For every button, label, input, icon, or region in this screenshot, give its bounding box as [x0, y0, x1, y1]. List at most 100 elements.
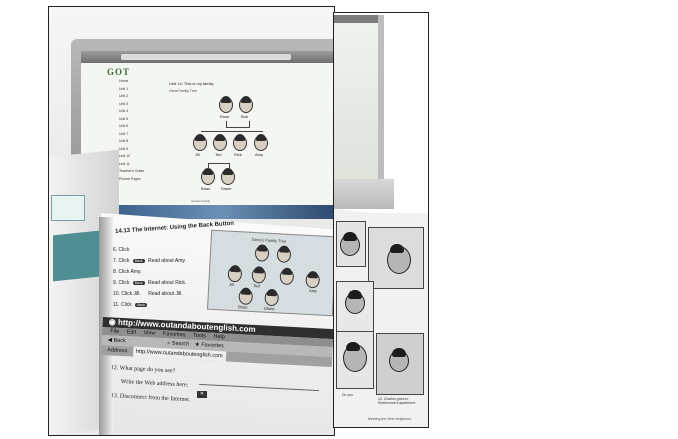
tree-label: Jill [229, 281, 235, 288]
site-logo: GOT [107, 67, 131, 77]
tree-amy-face [305, 271, 321, 289]
person-ted-photo[interactable] [213, 134, 227, 151]
side-laptop-base [334, 179, 394, 209]
tree-label: Amy [309, 287, 318, 294]
person-rose-photo[interactable] [219, 96, 233, 113]
menu-item[interactable]: Unit 4 [119, 109, 149, 117]
print-address-value: http://www.outandaboutenglish.com [135, 348, 223, 360]
tree-brian-face [238, 288, 254, 306]
side-footer: Meeting the New Neighbors [368, 417, 412, 421]
person-label: Bob [241, 114, 249, 119]
side-laptop-screen [334, 15, 384, 179]
print-menu-item: Tools [192, 332, 207, 340]
book-left-page-teal-band [53, 230, 99, 282]
step-text: 7. Click [113, 258, 130, 264]
menu-item[interactable]: Unit 11 [119, 162, 149, 170]
tree-rose-face [254, 245, 270, 262]
character-face [389, 348, 409, 372]
step-item: 11. Click Back [113, 302, 213, 313]
character-face [387, 244, 411, 274]
step-text: 6. Click [113, 247, 130, 253]
unit-title: Unit 14: This is my family. [169, 81, 215, 86]
screen-footer: Gena's Family [191, 199, 211, 203]
step-item: 9. Click Back Read about Rick. [113, 280, 213, 291]
step-list: 6. Click 7. Click Back Read about Amy. 8… [113, 247, 213, 313]
tree-line [226, 121, 250, 128]
menu-item[interactable]: Unit 1 [119, 87, 149, 95]
step-item: 10. Click Jill. Read about Jill. [113, 291, 213, 302]
menu-item[interactable]: Unit 10 [119, 154, 149, 162]
book-tree-box: Gena's Family Tree Jill Ted Amy Brian Di… [206, 229, 334, 317]
person-label: Ted [215, 152, 222, 157]
person-label: Rick [234, 152, 242, 157]
comic-panel [336, 221, 366, 267]
print-favorites-label: Favorites [201, 342, 225, 350]
person-amy-photo[interactable] [254, 134, 268, 151]
print-menu-item: Edit [126, 329, 137, 336]
menu-item[interactable]: Unit 6 [119, 124, 149, 132]
menu-item[interactable]: Unit 9 [119, 147, 149, 155]
comic-panel [336, 331, 374, 389]
back-badge: Back [132, 281, 145, 285]
tree-jill-face [227, 265, 243, 283]
character-face [343, 342, 367, 372]
disconnect-icon: ✕ [197, 391, 207, 398]
comic-panel [336, 281, 374, 333]
menu-item[interactable]: Unit 7 [119, 132, 149, 140]
person-label: Amy [255, 152, 263, 157]
main-photo: GOT Home Unit 1 Unit 2 Unit 3 Unit 4 Uni… [48, 6, 335, 436]
print-menu-item: Help [213, 333, 225, 341]
browser-address-bar [121, 54, 291, 60]
character-face [340, 232, 360, 256]
menu-item[interactable]: Unit 8 [119, 139, 149, 147]
person-label: Brian [201, 186, 211, 191]
step-item: 6. Click [113, 247, 213, 258]
comic-panel [376, 333, 424, 395]
menu-item[interactable]: Unit 5 [119, 117, 149, 125]
tree-bob-face [276, 246, 292, 263]
comic-panel [368, 227, 424, 289]
side-photo: Do you 12. Charles goes to Shelbourne's … [333, 12, 429, 428]
menu-item[interactable]: Teacher's Guide [119, 169, 149, 177]
book-left-page-box [51, 195, 85, 221]
step-text: 11. Click [113, 302, 132, 308]
screen-subtitle: Gena Family Tree [169, 89, 197, 93]
step-reader: Read about Jill. [148, 291, 183, 297]
person-jill-photo[interactable] [193, 134, 207, 151]
character-face [345, 290, 365, 314]
step-text: 8. Click Amy. [113, 269, 142, 275]
person-label: Rose [220, 114, 230, 119]
tree-ted-face [251, 266, 267, 284]
menu-item[interactable]: Unit 3 [119, 102, 149, 110]
print-menu-item: View [143, 330, 156, 337]
menu-item[interactable]: Picture Pages [119, 177, 149, 185]
step-reader: Read about Rick. [147, 280, 187, 286]
tree-rick-face [279, 268, 295, 286]
tree-label: Ted [253, 283, 260, 289]
back-badge: Back [135, 303, 147, 307]
back-arrow-icon: ◀ [107, 337, 113, 344]
site-menu: Home Unit 1 Unit 2 Unit 3 Unit 4 Unit 5 … [119, 79, 149, 184]
tree-label: Brian [238, 304, 248, 310]
person-rick-photo[interactable] [233, 134, 247, 151]
menu-item[interactable]: Unit 2 [119, 94, 149, 102]
print-menu-item: File [110, 328, 120, 335]
tree-diane-face [264, 289, 280, 307]
print-address-label: Address [107, 347, 128, 355]
star-icon: ★ [194, 341, 200, 349]
menu-item[interactable]: Home [119, 79, 149, 87]
step-item: 7. Click Back Read about Amy. [113, 258, 213, 269]
print-back-label: Back [113, 337, 126, 345]
person-brian-photo[interactable] [201, 168, 215, 185]
print-menu-item: Favorites [162, 331, 186, 339]
side-caption: 12. Charles goes to Shelbourne's apartme… [378, 397, 417, 405]
side-laptop-toolbar [334, 15, 378, 23]
tree-line [208, 163, 230, 169]
person-label: Diane [221, 186, 232, 191]
back-badge: Back [132, 259, 145, 263]
person-bob-photo[interactable] [239, 96, 253, 113]
tree-line [201, 131, 263, 136]
person-diane-photo[interactable] [221, 168, 235, 185]
person-label: Jill [195, 152, 200, 157]
step-reader: Read about Amy. [147, 258, 186, 264]
